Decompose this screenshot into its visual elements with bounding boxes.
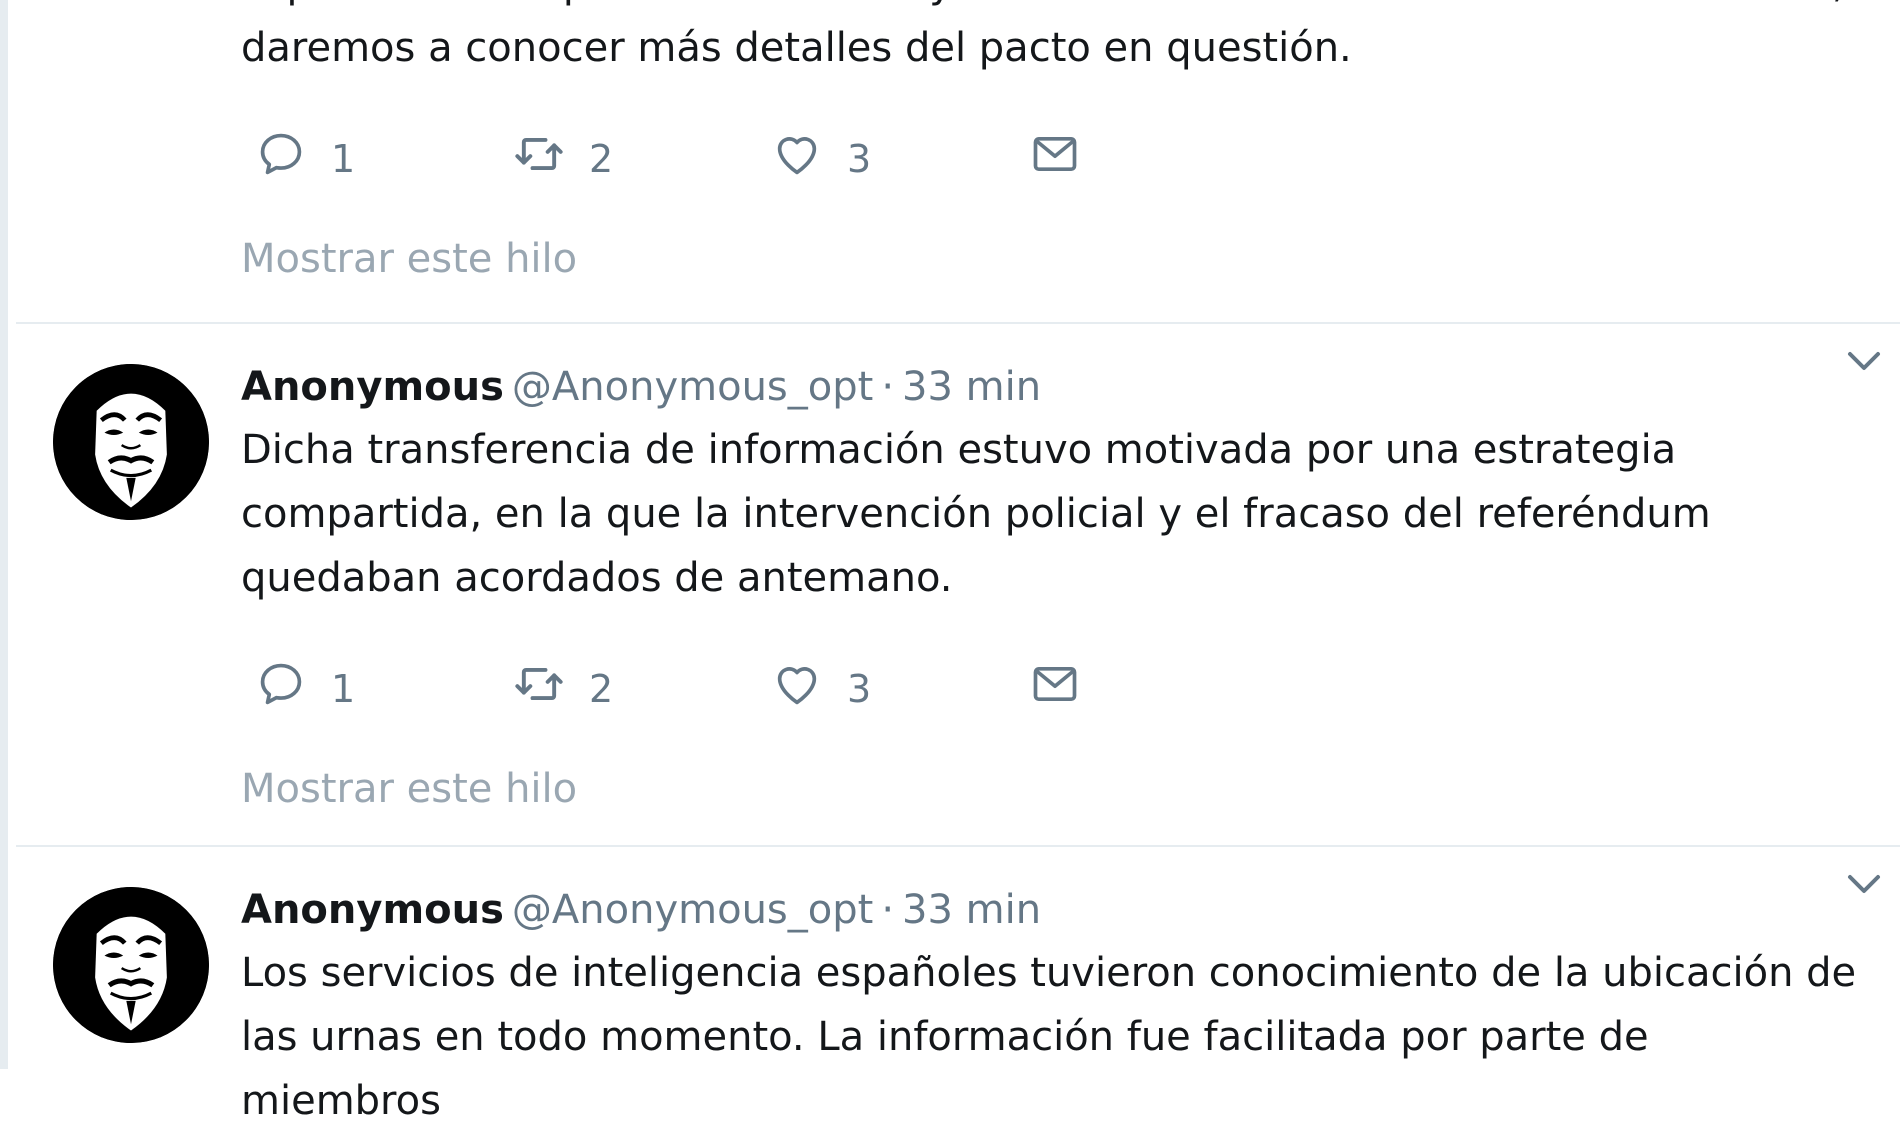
avatar[interactable] xyxy=(53,887,209,1043)
tweet-timestamp[interactable]: 33 min xyxy=(902,364,1041,410)
tweet-text-line: daremos a conocer más detalles del pacto… xyxy=(241,25,1352,71)
retweet-icon xyxy=(513,658,565,710)
direct-message-button[interactable] xyxy=(1029,654,1081,714)
author-handle[interactable]: @Anonymous_opt xyxy=(512,364,873,410)
chevron-down-icon xyxy=(1848,352,1880,370)
retweet-icon xyxy=(513,128,565,180)
tweet-text-line: las urnas en todo momento. La informació… xyxy=(241,1014,1649,1124)
separator-dot: · xyxy=(881,887,895,933)
reply-button[interactable]: 1 xyxy=(255,124,355,184)
tweet-text-line: Los servicios de inteligencia españoles … xyxy=(241,950,1857,996)
author-name[interactable]: Anonymous xyxy=(241,887,504,933)
tweet-actions: 1 2 3 xyxy=(241,654,1868,724)
guy-fawkes-mask-avatar xyxy=(53,364,209,520)
tweet-options-menu[interactable] xyxy=(1840,859,1888,907)
reply-icon xyxy=(255,128,307,180)
timeline: espontánea del pueblo de Catalunya en lo… xyxy=(0,0,1900,1124)
envelope-icon xyxy=(1029,658,1081,710)
heart-icon xyxy=(771,658,823,710)
tweet-options-menu[interactable] xyxy=(1840,336,1888,384)
author-name[interactable]: Anonymous xyxy=(241,364,504,410)
tweet-content: Anonymous @Anonymous_opt · 33 min Los servi… xyxy=(241,885,1868,1133)
tweet-timestamp[interactable]: 33 min xyxy=(902,887,1041,933)
retweet-count: 2 xyxy=(589,667,614,711)
tweet-content: Anonymous @Anonymous_opt · 33 min Dicha tra… xyxy=(241,362,1868,812)
reply-button[interactable]: 1 xyxy=(255,654,355,714)
tweet-text: Dicha transferencia de información estuv… xyxy=(241,418,1861,610)
tweet-text-line: quedaban acordados de antemano. xyxy=(241,555,953,601)
reply-icon xyxy=(255,658,307,710)
tweet-text: espontánea del pueblo de Catalunya en lo… xyxy=(241,0,1861,80)
envelope-icon xyxy=(1029,128,1081,180)
like-count: 3 xyxy=(847,137,872,181)
tweet-text-line: Dicha transferencia de información estuv… xyxy=(241,427,1677,473)
tweet-text: Los servicios de inteligencia españoles … xyxy=(241,941,1861,1133)
tweet-header: Anonymous @Anonymous_opt · 33 min xyxy=(241,362,1868,412)
author-handle[interactable]: @Anonymous_opt xyxy=(512,887,873,933)
tweet-actions: 1 2 3 xyxy=(241,124,1868,194)
reply-count: 1 xyxy=(331,137,356,181)
reply-count: 1 xyxy=(331,667,356,711)
tweet-header: Anonymous @Anonymous_opt · 33 min xyxy=(241,885,1868,935)
show-thread-link[interactable]: Mostrar este hilo xyxy=(241,236,577,282)
tweet-card[interactable]: Anonymous @Anonymous_opt · 33 min Dicha tra… xyxy=(16,322,1900,847)
tweet-text-line: espontánea del pueblo de Catalunya en lo… xyxy=(241,0,1861,16)
like-button[interactable]: 3 xyxy=(771,124,871,184)
avatar[interactable] xyxy=(53,364,209,520)
retweet-button[interactable]: 2 xyxy=(513,654,613,714)
like-button[interactable]: 3 xyxy=(771,654,871,714)
separator-dot: · xyxy=(881,364,895,410)
heart-icon xyxy=(771,128,823,180)
tweet-text-line: compartida, en la que la intervención po… xyxy=(241,491,1711,537)
retweet-count: 2 xyxy=(589,137,614,181)
retweet-button[interactable]: 2 xyxy=(513,124,613,184)
show-thread-link[interactable]: Mostrar este hilo xyxy=(241,766,577,812)
direct-message-button[interactable] xyxy=(1029,124,1081,184)
chevron-down-icon xyxy=(1848,875,1880,893)
like-count: 3 xyxy=(847,667,872,711)
tweet-card[interactable]: espontánea del pueblo de Catalunya en lo… xyxy=(16,0,1900,322)
tweet-card[interactable]: Anonymous @Anonymous_opt · 33 min Los servi… xyxy=(16,845,1900,1124)
guy-fawkes-mask-avatar xyxy=(53,887,209,1043)
tweet-content: espontánea del pueblo de Catalunya en lo… xyxy=(241,0,1868,282)
